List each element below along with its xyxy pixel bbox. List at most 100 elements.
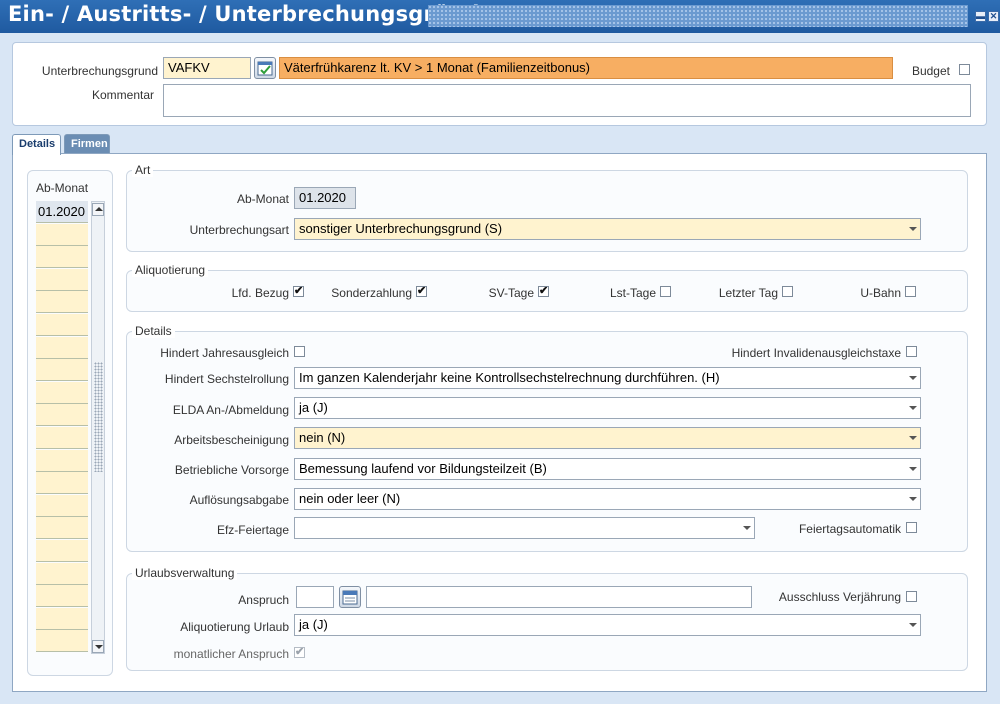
letzter-tag-checkbox[interactable] [782,286,793,297]
ab-monat-label: Ab-Monat [236,192,289,206]
aufloesungsabgabe-select[interactable]: nein oder leer (N) [294,488,921,510]
elda-label: ELDA An-/Abmeldung [172,403,289,417]
tab-firmen[interactable]: Firmen [64,134,110,154]
list-item[interactable] [36,223,88,246]
list-item[interactable] [36,630,88,653]
anspruch-calendar-button[interactable] [339,586,361,608]
jahresausgleich-label: Hindert Jahresausgleich [160,346,289,360]
kommentar-label: Kommentar [91,88,154,102]
minimize-icon[interactable]: ▬ [975,11,986,22]
list-item[interactable] [36,359,88,382]
unterbrechungsart-value: sonstiger Unterbrechungsgrund (S) [299,221,503,236]
list-item[interactable] [36,562,88,585]
scroll-up-button[interactable] [92,203,104,216]
list-item[interactable] [36,585,88,608]
lfd-bezug-checkbox[interactable]: ✔ [293,286,304,297]
list-item[interactable] [36,268,88,291]
vorsorge-select[interactable]: Bemessung laufend vor Bildungsteilzeit (… [294,458,921,480]
invalidenausgleichstaxe-checkbox[interactable] [906,346,917,357]
arbeitsbescheinigung-value: nein (N) [299,430,346,445]
art-group-title: Art [132,163,154,177]
list-item[interactable] [36,246,88,269]
urlaub-group-title: Urlaubsverwaltung [132,566,238,580]
u-bahn-label: U-Bahn [860,286,901,300]
lst-tage-checkbox[interactable] [660,286,671,297]
close-icon[interactable]: ✕ [988,11,999,22]
chevron-down-icon [743,526,751,530]
checklist-icon [257,61,273,76]
unterbrechungsgrund-code-input[interactable]: VAFKV [163,57,251,79]
list-item[interactable]: 01.2020 [36,201,88,223]
sv-tage-label: SV-Tage [488,286,534,300]
aliquotierung-urlaub-select[interactable]: ja (J) [294,614,921,636]
list-item[interactable] [36,381,88,404]
list-item[interactable] [36,336,88,359]
chevron-down-icon [909,227,917,231]
jahresausgleich-checkbox[interactable] [294,346,305,357]
aufloesungsabgabe-value: nein oder leer (N) [299,491,401,506]
feiertagsautomatik-checkbox[interactable] [906,522,917,533]
aliquotierung-urlaub-value: ja (J) [299,617,328,632]
u-bahn-checkbox[interactable] [905,286,916,297]
scrollbar-grip[interactable] [94,362,103,472]
list-item[interactable] [36,494,88,517]
arbeitsbescheinigung-label: Arbeitsbescheinigung [174,433,289,447]
month-list-scrollbar[interactable] [91,201,105,654]
sechstelrollung-select[interactable]: Im ganzen Kalenderjahr keine Kontrollsec… [294,367,921,389]
efz-feiertage-select[interactable] [294,517,755,539]
kommentar-input[interactable] [163,84,971,117]
invalidenausgleichstaxe-label: Hindert Invalidenausgleichstaxe [731,346,901,360]
anspruch-text-field[interactable] [366,586,752,608]
anspruch-input[interactable] [296,586,334,608]
ausschluss-checkbox[interactable] [906,591,917,602]
monatlicher-anspruch-checkbox: ✔ [294,646,305,658]
letzter-tag-label: Letzter Tag [718,286,778,300]
elda-value: ja (J) [299,400,328,415]
sechstelrollung-value: Im ganzen Kalenderjahr keine Kontrollsec… [299,370,720,385]
aliquotierung-urlaub-label: Aliquotierung Urlaub [180,620,289,634]
details-group-title: Details [132,324,175,338]
chevron-down-icon [909,376,917,380]
unterbrechungsgrund-text-field[interactable]: Väterfrühkarenz lt. KV > 1 Monat (Famili… [279,57,893,79]
ab-monat-field: 01.2020 [294,187,356,209]
unterbrechungsgrund-label: Unterbrechungsgrund [41,64,158,78]
ausschluss-label: Ausschluss Verjährung [778,590,901,604]
list-item[interactable] [36,540,88,562]
anspruch-label: Anspruch [238,593,289,607]
vorsorge-label: Betriebliche Vorsorge [174,463,289,477]
elda-select[interactable]: ja (J) [294,397,921,419]
sv-tage-checkbox[interactable]: ✔ [538,286,549,297]
chevron-down-icon [95,645,103,649]
chevron-up-icon [95,207,103,211]
chevron-down-icon [909,623,917,627]
list-item[interactable] [36,607,88,630]
month-list-header: Ab-Monat [36,181,89,195]
chevron-down-icon [909,436,917,440]
chevron-down-icon [909,406,917,410]
vorsorge-value: Bemessung laufend vor Bildungsteilzeit (… [299,461,547,476]
scroll-down-button[interactable] [92,640,104,653]
list-item[interactable] [36,427,88,449]
list-item[interactable] [36,314,88,336]
sechstelrollung-label: Hindert Sechstelrollung [164,372,289,386]
title-bar-pattern [428,5,968,27]
window-title: Ein- / Austritts- / Unterbrechungsgründe [8,2,495,26]
chevron-down-icon [909,467,917,471]
unterbrechungsart-select[interactable]: sonstiger Unterbrechungsgrund (S) [294,218,921,240]
sonderzahlung-checkbox[interactable]: ✔ [416,286,427,297]
list-item[interactable] [36,517,88,540]
calendar-icon [342,590,358,605]
budget-checkbox[interactable] [959,64,970,75]
list-item[interactable] [36,449,88,472]
list-item[interactable] [36,472,88,495]
budget-label: Budget [911,64,950,78]
lookup-button[interactable] [254,57,276,79]
list-item[interactable] [36,404,88,427]
tab-details[interactable]: Details [12,134,61,155]
aufloesungsabgabe-label: Auflösungsabgabe [189,493,289,507]
unterbrechungsart-label: Unterbrechungsart [189,223,289,237]
aliquotierung-group-title: Aliquotierung [132,263,209,277]
title-bar: Ein- / Austritts- / Unterbrechungsgründe… [0,0,1000,33]
arbeitsbescheinigung-select[interactable]: nein (N) [294,427,921,449]
list-item[interactable] [36,291,88,314]
